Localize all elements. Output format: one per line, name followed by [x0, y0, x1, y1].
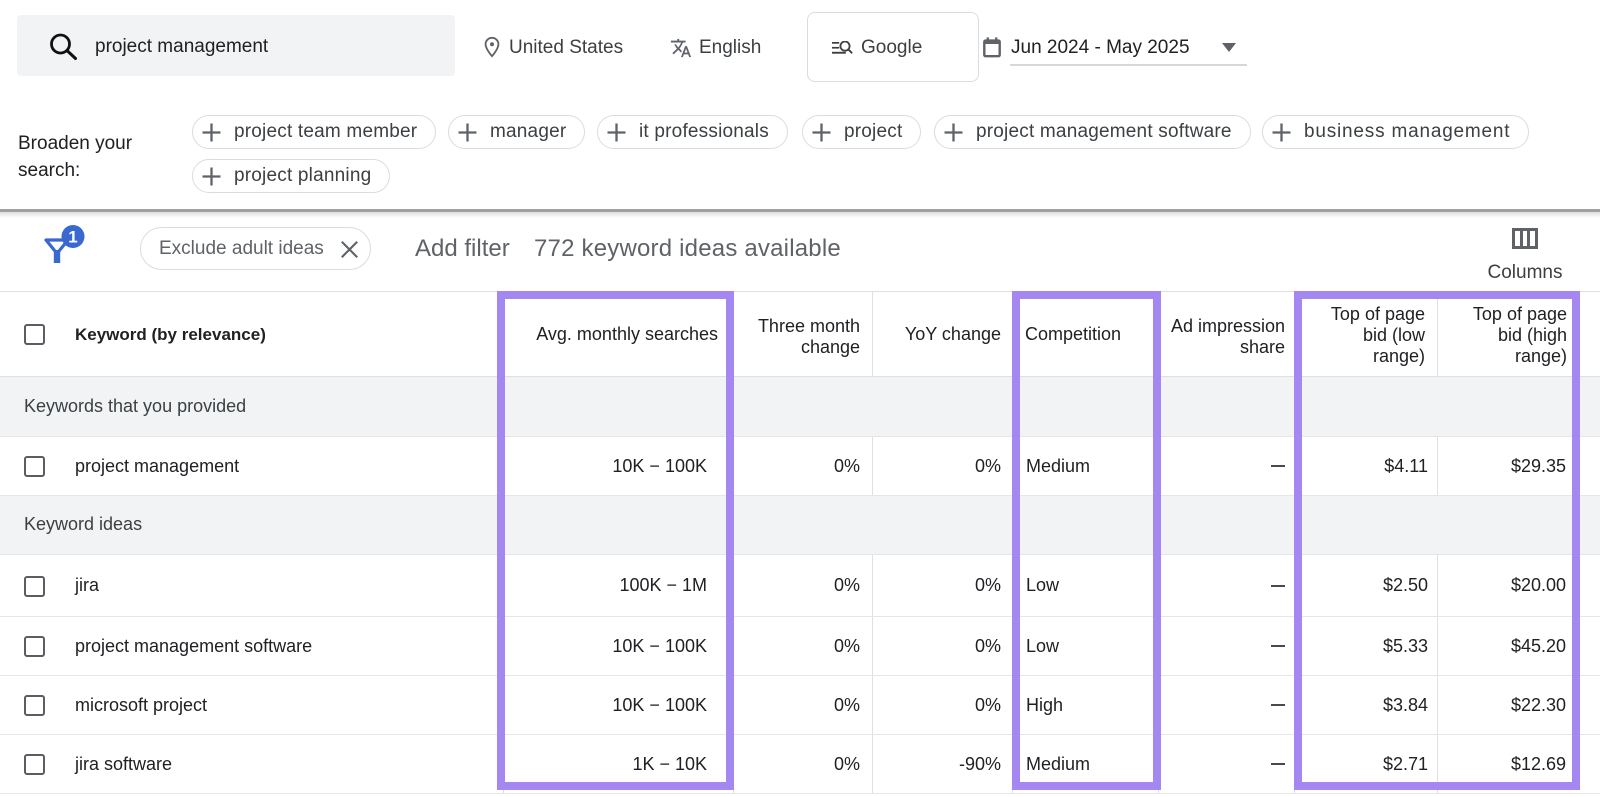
svg-text:1: 1: [68, 228, 77, 247]
